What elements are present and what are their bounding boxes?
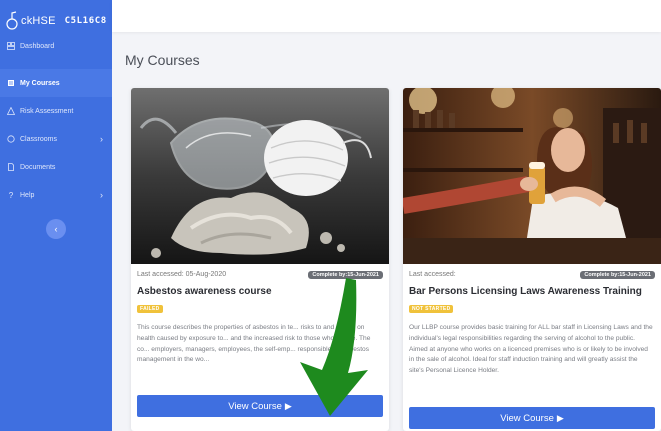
risk-icon: [7, 107, 15, 115]
chevron-right-icon: ›: [100, 134, 103, 144]
sidebar-item-label: My Courses: [20, 79, 60, 87]
sidebar-item-my-courses[interactable]: My Courses: [0, 69, 112, 97]
sidebar-item-label: Help: [20, 191, 35, 199]
last-accessed: Last accessed:: [409, 271, 456, 278]
classroom-icon: [7, 135, 15, 143]
sidebar-item-dashboard[interactable]: Dashboard: [0, 36, 112, 56]
sidebar-item-help[interactable]: ? Help ›: [0, 181, 112, 209]
sidebar-item-risk-assessment[interactable]: Risk Assessment: [0, 97, 112, 125]
logo-icon: [6, 10, 22, 32]
help-icon: ?: [8, 190, 14, 200]
course-image: [131, 88, 389, 264]
courses-icon: [7, 79, 15, 87]
button-label: View Course: [500, 412, 554, 424]
course-card: Last accessed: Complete by:15-Jun-2021 B…: [403, 88, 661, 431]
dashboard-icon: [7, 42, 15, 50]
logo[interactable]: ckHSE C5L16C8: [6, 6, 107, 36]
user-code: C5L16C8: [64, 16, 107, 26]
complete-by-badge: Complete by:15-Jun-2021: [580, 271, 655, 279]
course-image: [403, 88, 661, 264]
sidebar: ckHSE C5L16C8 Dashboard My Courses Risk …: [0, 0, 112, 431]
documents-icon: [7, 163, 15, 171]
course-title: Bar Persons Licensing Laws Awareness Tra…: [409, 286, 642, 297]
sidebar-item-label: Dashboard: [20, 42, 55, 50]
course-meta: Last accessed: Complete by:15-Jun-2021: [409, 271, 655, 281]
sidebar-collapse-button[interactable]: ‹: [46, 219, 66, 239]
logo-text: ckHSE: [21, 15, 56, 27]
sidebar-item-label: Classrooms: [20, 135, 57, 143]
view-course-button[interactable]: View Course ▶: [409, 407, 655, 429]
chevron-right-icon: ›: [100, 190, 103, 200]
status-badge: NOT STARTED: [409, 305, 454, 313]
button-label: View Course: [228, 400, 282, 412]
complete-by-badge: Complete by:15-Jun-2021: [308, 271, 383, 279]
play-icon: ▶: [556, 412, 564, 423]
course-description: This course describes the properties of …: [137, 324, 371, 364]
course-meta: Last accessed: 05-Aug-2020 Complete by:1…: [137, 271, 383, 281]
last-accessed: Last accessed: 05-Aug-2020: [137, 271, 227, 278]
sidebar-item-label: Risk Assessment: [20, 107, 74, 115]
view-course-button[interactable]: View Course ▶: [137, 395, 383, 417]
sidebar-nav: Dashboard My Courses Risk Assessment Cla…: [0, 36, 112, 209]
status-badge: FAILED: [137, 305, 163, 313]
sidebar-item-documents[interactable]: Documents: [0, 153, 112, 181]
course-description: Our LLBP course provides basic training …: [409, 324, 653, 375]
chevron-left-icon: ‹: [54, 224, 58, 234]
sidebar-item-label: Documents: [20, 163, 56, 171]
course-title: Asbestos awareness course: [137, 286, 272, 297]
top-bar: [112, 0, 661, 32]
course-card: Last accessed: 05-Aug-2020 Complete by:1…: [131, 88, 389, 431]
page-title: My Courses: [125, 52, 200, 68]
play-icon: ▶: [284, 400, 292, 411]
sidebar-item-classrooms[interactable]: Classrooms ›: [0, 125, 112, 153]
